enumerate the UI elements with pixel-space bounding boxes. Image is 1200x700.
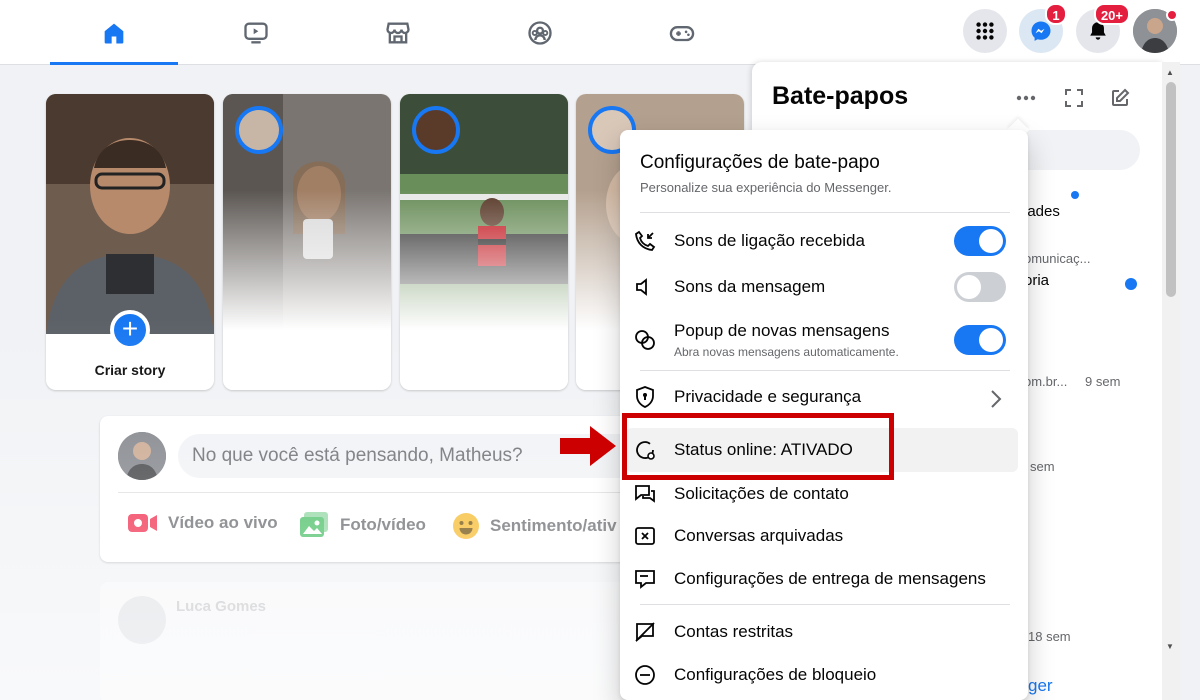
live-video-label: Vídeo ao vivo xyxy=(168,513,278,532)
story-avatar xyxy=(235,106,283,154)
photo-video-label: Foto/vídeo xyxy=(340,515,426,534)
messenger-button[interactable]: 1 xyxy=(1019,3,1067,53)
expand-icon xyxy=(1065,89,1083,107)
tab-gaming[interactable] xyxy=(618,0,746,65)
feeling-activity-button[interactable]: Sentimento/ativ xyxy=(452,512,617,540)
online-status-item[interactable]: Status online: ATIVADO xyxy=(626,428,1018,472)
menu-item-label: Solicitações de contato xyxy=(674,484,849,503)
menu-grid-button[interactable] xyxy=(963,9,1007,53)
menu-title: Configurações de bate-papo xyxy=(640,152,880,173)
groups-icon xyxy=(528,20,552,45)
post-author-avatar xyxy=(118,596,166,644)
message-requests-icon xyxy=(635,485,655,503)
incoming-call-sounds-toggle[interactable] xyxy=(954,226,1006,256)
story-card[interactable] xyxy=(223,94,391,390)
live-video-button[interactable]: Vídeo ao vivo xyxy=(128,512,278,534)
unread-dot xyxy=(1071,191,1079,199)
menu-item-description: Abra novas mensagens automaticamente. xyxy=(674,345,899,359)
chat-bubbles-icon xyxy=(635,330,655,350)
chat-options-button[interactable] xyxy=(1012,84,1040,112)
chat-item-time: sem xyxy=(1030,459,1055,474)
expand-button[interactable] xyxy=(1060,84,1088,112)
chat-scrollbar[interactable]: ▲ ▼ xyxy=(1162,62,1180,700)
speaker-icon xyxy=(636,278,647,296)
chat-item-name: lades xyxy=(1024,203,1060,220)
red-arrow-icon xyxy=(560,426,616,466)
menu-item-label: Privacidade e segurança xyxy=(674,387,862,406)
menu-item-label: Conversas arquivadas xyxy=(674,526,844,545)
photo-icon xyxy=(300,512,328,537)
menu-item-label: Sons da mensagem xyxy=(674,277,826,296)
menu-item-label: Popup de novas mensagens xyxy=(674,321,890,340)
chat-footer-link[interactable]: ger xyxy=(1028,676,1053,696)
top-navigation: 1 20+ xyxy=(0,0,1200,65)
archived-chats-item[interactable]: Conversas arquivadas xyxy=(626,515,1018,557)
chevron-right-icon xyxy=(991,390,1002,408)
post-author-name: Luca Gomes xyxy=(176,598,267,615)
feeling-label: Sentimento/ativ xyxy=(490,516,617,535)
chat-item-time: 18 sem xyxy=(1028,629,1071,644)
unread-dot xyxy=(1125,278,1137,290)
chat-title: Bate-papos xyxy=(772,82,909,110)
story-avatar xyxy=(412,106,460,154)
composer-avatar xyxy=(118,432,166,480)
message-delivery-icon xyxy=(635,570,655,589)
online-status-icon xyxy=(636,441,655,460)
grid-icon xyxy=(976,22,994,40)
archive-icon xyxy=(635,527,655,545)
compose-icon xyxy=(1112,88,1130,106)
chat-item-preview: omunicaç... xyxy=(1024,251,1091,266)
menu-item-label: Sons de ligação recebida xyxy=(674,231,865,250)
block-settings-item[interactable]: Configurações de bloqueio xyxy=(626,654,1018,696)
tab-marketplace[interactable] xyxy=(334,0,462,65)
message-sounds-item[interactable]: Sons da mensagem xyxy=(626,266,1018,308)
new-message-popup-toggle[interactable] xyxy=(954,325,1006,355)
create-story-plus-icon[interactable]: + xyxy=(110,310,150,350)
chat-item-preview: om.br... xyxy=(1024,374,1068,389)
menu-item-label: Configurações de entrega de mensagens xyxy=(674,569,986,588)
home-icon xyxy=(104,23,124,43)
photo-video-button[interactable]: Foto/vídeo xyxy=(300,512,426,538)
menu-item-label: Configurações de bloqueio xyxy=(674,665,877,684)
tab-groups[interactable] xyxy=(476,0,604,65)
contact-requests-item[interactable]: Solicitações de contato xyxy=(626,473,1018,515)
menu-item-label: Contas restritas xyxy=(674,622,794,641)
restricted-icon xyxy=(635,622,655,642)
message-sounds-toggle[interactable] xyxy=(954,272,1006,302)
menu-subtitle: Personalize sua experiência do Messenger… xyxy=(640,180,892,195)
shield-icon xyxy=(636,386,654,408)
tab-home[interactable] xyxy=(50,0,178,65)
story-create[interactable]: + Criar story xyxy=(46,94,214,390)
delivery-settings-item[interactable]: Configurações de entrega de mensagens xyxy=(626,558,1018,600)
more-dots-icon xyxy=(1016,95,1036,101)
restricted-accounts-item[interactable]: Contas restritas xyxy=(626,611,1018,653)
feeling-icon xyxy=(453,513,479,539)
new-message-button[interactable] xyxy=(1106,84,1134,112)
story-create-photo xyxy=(46,94,214,334)
gaming-icon xyxy=(669,25,695,41)
new-message-popup-item[interactable]: Popup de novas mensagens Abra novas mens… xyxy=(626,314,1018,366)
messenger-badge: 1 xyxy=(1045,3,1067,25)
block-icon xyxy=(635,665,655,685)
live-video-icon xyxy=(128,514,157,532)
chat-settings-menu: Configurações de bate-papo Personalize s… xyxy=(620,130,1028,700)
notifications-badge: 20+ xyxy=(1093,3,1130,25)
incoming-call-sounds-item[interactable]: Sons de ligação recebida xyxy=(626,220,1018,262)
notifications-button[interactable]: 20+ xyxy=(1076,3,1130,53)
scrollbar-thumb[interactable] xyxy=(1166,82,1176,297)
privacy-safety-item[interactable]: Privacidade e segurança xyxy=(626,376,1018,418)
profile-status-dot xyxy=(1166,9,1178,21)
create-story-label: Criar story xyxy=(94,362,166,378)
phone-incoming-icon xyxy=(635,230,656,251)
story-card[interactable] xyxy=(400,94,568,390)
marketplace-icon xyxy=(386,22,410,43)
tab-video[interactable] xyxy=(192,0,320,65)
chat-item-time: 9 sem xyxy=(1085,374,1121,389)
video-icon xyxy=(244,22,268,43)
menu-item-label: Status online: ATIVADO xyxy=(674,440,853,459)
